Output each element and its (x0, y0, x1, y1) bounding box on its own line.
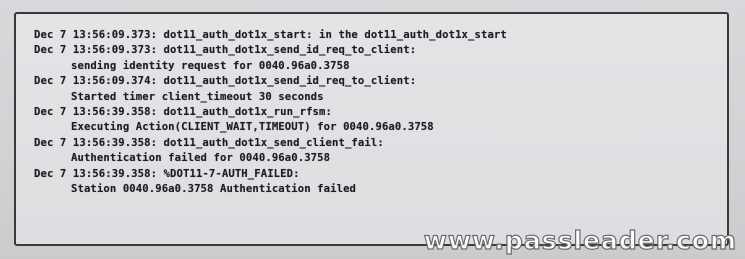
log-line-detail: Station 0040.96a0.3758 Authentication fa… (71, 183, 357, 196)
watermark: www.passleader.com (423, 225, 737, 255)
debug-log: Dec 7 13:56:09.373: dot11_auth_dot1x_sta… (34, 28, 507, 197)
log-line-header: Dec 7 13:56:09.373: dot11_auth_dot1x_sen… (34, 44, 417, 57)
log-line-header: Dec 7 13:56:39.358: %DOT11-7-AUTH_FAILED… (34, 167, 300, 180)
log-entry: Dec 7 13:56:39.358: dot11_auth_dot1x_run… (34, 105, 507, 136)
log-entry: Dec 7 13:56:09.374: dot11_auth_dot1x_sen… (34, 74, 507, 105)
log-line-detail: Executing Action(CLIENT_WAIT,TIMEOUT) fo… (71, 121, 434, 134)
log-entry: Dec 7 13:56:09.373: dot11_auth_dot1x_sta… (34, 28, 507, 43)
log-line-header: Dec 7 13:56:09.374: dot11_auth_dot1x_sen… (34, 75, 417, 88)
log-line-detail: Authentication failed for 0040.96a0.3758 (71, 152, 331, 165)
screenshot-photo: Dec 7 13:56:09.373: dot11_auth_dot1x_sta… (0, 0, 745, 259)
log-entry: Dec 7 13:56:39.358: dot11_auth_dot1x_sen… (34, 136, 507, 167)
log-entry: Dec 7 13:56:09.373: dot11_auth_dot1x_sen… (34, 43, 507, 74)
log-line-header: Dec 7 13:56:39.358: dot11_auth_dot1x_run… (34, 106, 332, 119)
log-entry: Dec 7 13:56:39.358: %DOT11-7-AUTH_FAILED… (34, 167, 507, 198)
log-line-header: Dec 7 13:56:09.373: dot11_auth_dot1x_sta… (34, 29, 507, 41)
log-line-detail: Started timer client_timeout 30 seconds (71, 90, 324, 103)
terminal-window: Dec 7 13:56:09.373: dot11_auth_dot1x_sta… (14, 12, 729, 246)
log-line-detail: sending identity request for 0040.96a0.3… (71, 59, 350, 72)
log-line-header: Dec 7 13:56:39.358: dot11_auth_dot1x_sen… (34, 136, 384, 149)
